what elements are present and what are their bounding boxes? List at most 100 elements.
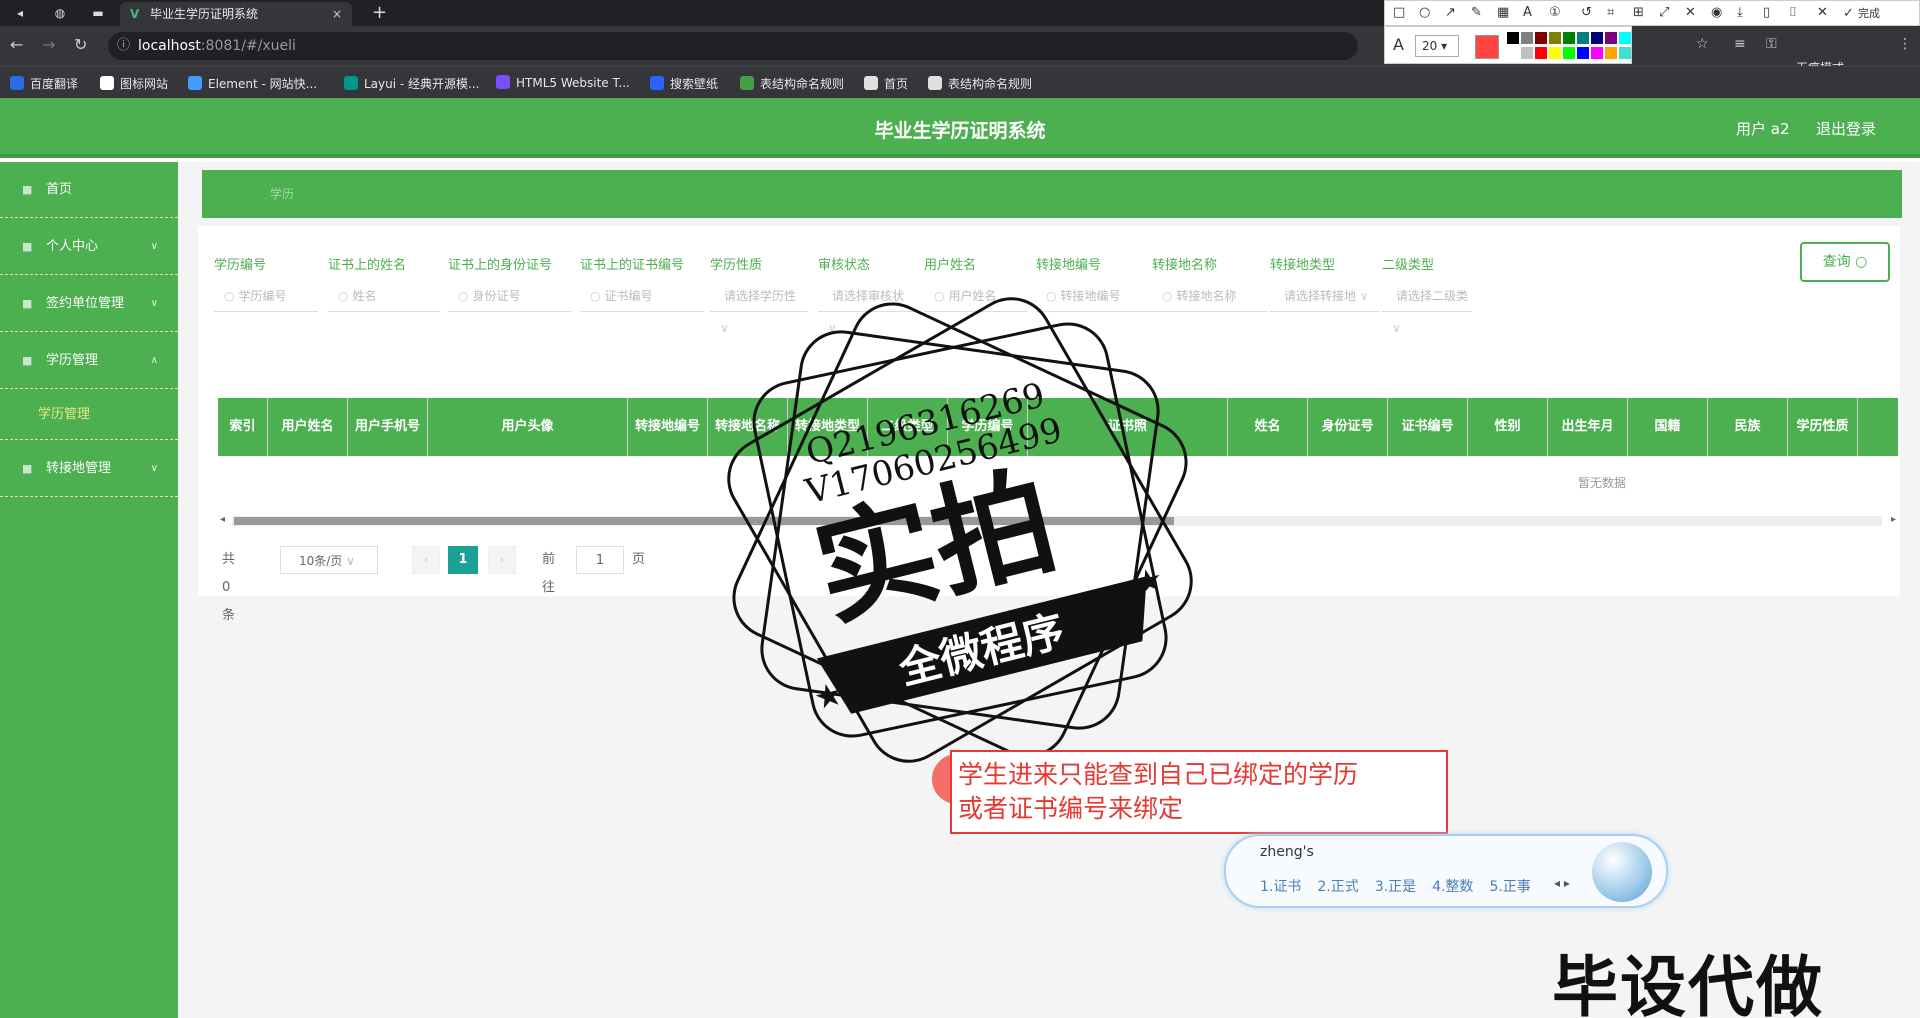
palette-swatch[interactable] [1591, 32, 1603, 44]
bookmark-item[interactable]: HTML5 Website T... [496, 75, 630, 90]
table-column-header[interactable]: 性别 [1468, 398, 1548, 456]
download-icon[interactable]: ⤓ [1737, 5, 1743, 20]
back-tab-icon[interactable]: ◂ [10, 4, 30, 22]
circle-icon[interactable]: ○ [1419, 5, 1430, 20]
logout-link[interactable]: 退出登录 [1816, 118, 1876, 139]
palette-swatch[interactable] [1563, 32, 1575, 44]
table-column-header[interactable]: 索引 [218, 398, 268, 456]
palette-swatch[interactable] [1549, 47, 1561, 59]
mosaic-icon[interactable]: ▦ [1497, 5, 1509, 20]
palette-swatch[interactable] [1619, 32, 1631, 44]
ime-candidate[interactable]: 3.正是 [1375, 879, 1416, 895]
next-page-button[interactable]: › [488, 546, 516, 574]
palette-swatch[interactable] [1577, 32, 1589, 44]
bookmark-item[interactable]: Layui - 经典开源模... [344, 75, 479, 92]
palette-swatch[interactable] [1619, 47, 1631, 59]
sidebar-subitem-education[interactable]: 学历管理 [0, 390, 178, 440]
expand-icon[interactable]: ⤢ [1659, 5, 1669, 20]
palette-swatch[interactable] [1521, 32, 1533, 44]
pin-icon[interactable]: ✕ [1685, 5, 1696, 20]
pen-icon[interactable]: ✎ [1471, 5, 1482, 20]
ime-candidate[interactable]: 4.整数 [1432, 879, 1473, 895]
bookmark-item[interactable]: 图标网站 [100, 75, 168, 92]
current-color-swatch[interactable] [1475, 35, 1499, 59]
search-input[interactable]: ○ 学历编号 [214, 280, 318, 312]
done-button[interactable]: ✓ 完成 [1843, 5, 1880, 21]
search-input[interactable]: ○ 姓名 [328, 280, 440, 312]
number-icon[interactable]: ① [1549, 5, 1561, 20]
ime-candidate[interactable]: 1.证书 [1260, 879, 1301, 895]
crop-icon[interactable]: ⌗ [1607, 5, 1614, 20]
back-icon[interactable]: ← [10, 35, 23, 54]
url-input[interactable]: ⓘ localhost:8081/#/xueli [108, 32, 1358, 60]
scroll-right-icon[interactable]: ▸ [1891, 514, 1896, 525]
ime-page-arrows-icon[interactable]: ◂ ▸ [1554, 876, 1570, 890]
bookmark-icon[interactable]: ⌷ [1789, 5, 1797, 20]
palette-swatch[interactable] [1563, 47, 1575, 59]
menu-icon[interactable]: ⋮ [1898, 36, 1912, 52]
query-button[interactable]: 查询 ○ [1800, 242, 1890, 282]
table-column-header[interactable]: 用户姓名 [268, 398, 348, 456]
window-icon[interactable]: ▬ [88, 4, 108, 22]
goto-input[interactable]: 1 [576, 546, 624, 574]
table-column-header[interactable]: 证书编号 [1388, 398, 1468, 456]
ocr-icon[interactable]: ⊞ [1633, 5, 1644, 20]
palette-swatch[interactable] [1577, 47, 1589, 59]
browser-tab[interactable]: V 毕业生学历证明系统 × [120, 2, 352, 26]
sidebar-item-profile[interactable]: ■ 个人中心 ∨ [0, 219, 178, 275]
search-input[interactable]: 请选择转接地 ∨ [1270, 280, 1380, 312]
sidebar-item-transfer[interactable]: ■ 转接地管理 ∨ [0, 441, 178, 497]
undo-icon[interactable]: ↺ [1581, 5, 1592, 20]
table-column-header[interactable]: 转接地编号 [628, 398, 708, 456]
page-current[interactable]: 1 [448, 546, 478, 574]
key-icon[interactable]: ⚿ [1766, 36, 1777, 52]
scroll-left-icon[interactable]: ◂ [220, 514, 225, 525]
sidebar-item-home[interactable]: ■ 首页 [0, 162, 178, 218]
record-icon[interactable]: ◉ [1711, 5, 1722, 20]
bookmark-item[interactable]: 搜索壁纸 [650, 75, 718, 92]
search-input[interactable]: 请选择二级类 ∨ [1382, 280, 1472, 335]
palette-swatch[interactable] [1605, 32, 1617, 44]
bookmark-item[interactable]: 表结构命名规则 [928, 75, 1032, 92]
close-icon[interactable]: ✕ [1817, 5, 1828, 20]
palette-swatch[interactable] [1549, 32, 1561, 44]
bookmark-item[interactable]: 表结构命名规则 [740, 75, 844, 92]
table-column-header[interactable]: 出生年月 [1548, 398, 1628, 456]
palette-swatch[interactable] [1521, 47, 1533, 59]
palette-swatch[interactable] [1535, 32, 1547, 44]
table-column-header[interactable]: 用户手机号 [348, 398, 428, 456]
new-tab-icon[interactable]: + [372, 2, 387, 23]
font-size-select[interactable]: 20 ▾ [1415, 35, 1459, 57]
palette-swatch[interactable] [1507, 32, 1519, 44]
phone-icon[interactable]: ▯ [1763, 5, 1770, 20]
table-column-header[interactable]: 民族 [1708, 398, 1788, 456]
table-column-header[interactable]: 学历性质 [1788, 398, 1858, 456]
palette-swatch[interactable] [1591, 47, 1603, 59]
table-column-header[interactable]: 身份证号 [1308, 398, 1388, 456]
ime-candidate[interactable]: 2.正式 [1317, 879, 1358, 895]
search-input[interactable]: ○ 身份证号 [448, 280, 572, 312]
bookmark-item[interactable]: 百度翻译 [10, 75, 78, 92]
sidebar-item-education[interactable]: ■ 学历管理 ∧ [0, 333, 178, 389]
info-icon[interactable]: ⓘ [117, 32, 130, 60]
sidebar-item-units[interactable]: ■ 签约单位管理 ∨ [0, 276, 178, 332]
table-column-header[interactable]: 姓名 [1228, 398, 1308, 456]
ime-candidate[interactable]: 5.正事 [1489, 879, 1530, 895]
page-size-select[interactable]: 10条/页 ∨ [280, 546, 378, 574]
reload-icon[interactable]: ↻ [74, 35, 87, 54]
rect-icon[interactable]: □ [1393, 5, 1405, 20]
text-icon[interactable]: A [1523, 5, 1532, 20]
table-column-header[interactable]: 国籍 [1628, 398, 1708, 456]
bookmark-item[interactable]: 首页 [864, 75, 908, 92]
prev-page-button[interactable]: ‹ [412, 546, 440, 574]
table-column-header[interactable]: 用户头像 [428, 398, 628, 456]
palette-swatch[interactable] [1605, 47, 1617, 59]
tab-close-icon[interactable]: × [332, 2, 342, 26]
globe-icon[interactable]: ◍ [50, 4, 70, 22]
palette-swatch[interactable] [1507, 47, 1519, 59]
arrow-icon[interactable]: ↗ [1445, 5, 1456, 20]
reading-list-icon[interactable]: ≡ [1734, 36, 1746, 52]
palette-swatch[interactable] [1535, 47, 1547, 59]
search-input[interactable]: ○ 证书编号 [580, 280, 704, 312]
bookmark-item[interactable]: Element - 网站快... [188, 75, 317, 92]
